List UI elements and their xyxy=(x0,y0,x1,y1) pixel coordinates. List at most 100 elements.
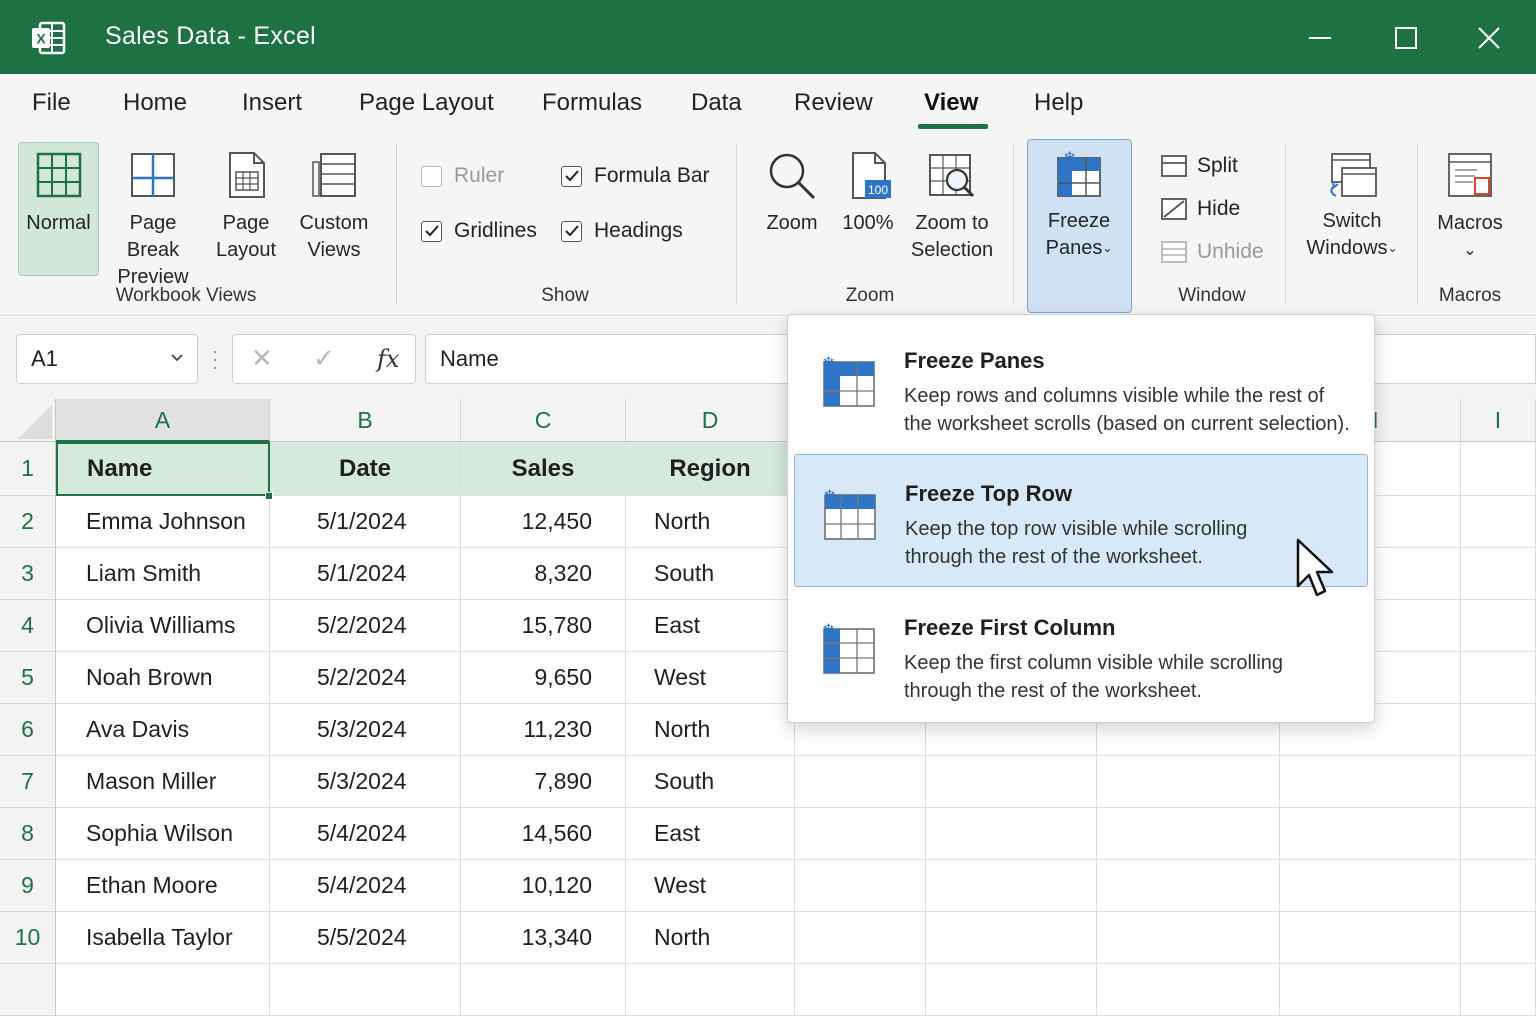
table-cell[interactable] xyxy=(1461,704,1536,756)
switch-windows-button[interactable]: Switch Windows⌄ xyxy=(1302,150,1402,262)
table-cell[interactable] xyxy=(926,756,1097,808)
row-header[interactable]: 9 xyxy=(0,860,56,912)
table-cell[interactable] xyxy=(1280,912,1461,964)
table-cell[interactable]: Noah Brown xyxy=(56,652,270,704)
insert-function-icon[interactable]: fx xyxy=(377,345,399,373)
table-cell[interactable]: Olivia Williams xyxy=(56,600,270,652)
table-cell[interactable]: Mason Miller xyxy=(56,756,270,808)
zoom-to-selection-button[interactable]: Zoom to Selection xyxy=(906,150,998,264)
table-cell[interactable]: 12,450 xyxy=(461,496,626,548)
zoom-button[interactable]: Zoom xyxy=(756,150,828,237)
table-cell[interactable] xyxy=(1280,860,1461,912)
header-cell[interactable]: Sales xyxy=(461,442,626,496)
gridlines-checkbox[interactable]: Gridlines xyxy=(421,219,537,243)
fill-handle[interactable] xyxy=(265,492,273,500)
cancel-icon[interactable]: ✕ xyxy=(251,343,273,374)
table-cell[interactable]: 5/3/2024 xyxy=(270,704,461,756)
table-cell[interactable] xyxy=(1461,808,1536,860)
table-cell[interactable] xyxy=(1097,808,1280,860)
table-cell[interactable] xyxy=(1461,860,1536,912)
tab-data[interactable]: Data xyxy=(691,89,742,117)
table-cell[interactable] xyxy=(1461,964,1536,1016)
table-cell[interactable] xyxy=(461,964,626,1016)
table-cell[interactable] xyxy=(795,912,926,964)
headings-checkbox[interactable]: Headings xyxy=(561,219,683,243)
row-header[interactable]: 3 xyxy=(0,548,56,600)
column-header-d[interactable]: D xyxy=(626,399,795,442)
macros-button[interactable]: Macros ⌄ xyxy=(1432,150,1508,264)
table-cell[interactable]: South xyxy=(626,548,795,600)
table-cell[interactable] xyxy=(1280,756,1461,808)
tab-formulas[interactable]: Formulas xyxy=(542,89,642,117)
ruler-checkbox[interactable]: Ruler xyxy=(421,164,504,188)
tab-help[interactable]: Help xyxy=(1034,89,1083,117)
table-cell[interactable]: 9,650 xyxy=(461,652,626,704)
table-cell[interactable]: 5/5/2024 xyxy=(270,912,461,964)
table-cell[interactable]: South xyxy=(626,756,795,808)
table-cell[interactable]: North xyxy=(626,704,795,756)
tab-review[interactable]: Review xyxy=(794,89,873,117)
table-cell[interactable]: North xyxy=(626,496,795,548)
page-layout-view-button[interactable]: Page Layout xyxy=(210,150,282,264)
table-cell[interactable]: 13,340 xyxy=(461,912,626,964)
tab-insert[interactable]: Insert xyxy=(242,89,302,117)
table-cell[interactable]: 5/2/2024 xyxy=(270,652,461,704)
column-header-b[interactable]: B xyxy=(270,399,461,442)
drag-handle-icon[interactable]: · · · xyxy=(212,342,218,376)
table-cell[interactable] xyxy=(1097,912,1280,964)
minimize-button[interactable] xyxy=(1300,18,1340,58)
header-cell[interactable] xyxy=(1461,442,1536,496)
table-cell[interactable] xyxy=(1280,808,1461,860)
table-cell[interactable] xyxy=(56,964,270,1016)
table-cell[interactable]: 5/1/2024 xyxy=(270,496,461,548)
table-cell[interactable]: Ethan Moore xyxy=(56,860,270,912)
table-cell[interactable]: East xyxy=(626,600,795,652)
column-header-c[interactable]: C xyxy=(461,399,626,442)
row-header[interactable]: 1 xyxy=(0,442,56,496)
row-header[interactable]: 8 xyxy=(0,808,56,860)
row-header[interactable]: 4 xyxy=(0,600,56,652)
table-cell[interactable] xyxy=(1097,756,1280,808)
table-cell[interactable] xyxy=(1280,964,1461,1016)
table-cell[interactable] xyxy=(926,860,1097,912)
table-cell[interactable] xyxy=(1461,600,1536,652)
tab-view[interactable]: View xyxy=(924,89,978,117)
table-cell[interactable] xyxy=(795,964,926,1016)
table-cell[interactable] xyxy=(1097,964,1280,1016)
table-cell[interactable]: Isabella Taylor xyxy=(56,912,270,964)
table-cell[interactable]: Sophia Wilson xyxy=(56,808,270,860)
row-header[interactable]: 10 xyxy=(0,912,56,964)
header-cell[interactable]: Region xyxy=(626,442,795,496)
column-header-a[interactable]: A xyxy=(56,399,270,442)
table-cell[interactable]: Liam Smith xyxy=(56,548,270,600)
header-cell[interactable]: Date xyxy=(270,442,461,496)
table-cell[interactable]: 5/1/2024 xyxy=(270,548,461,600)
table-cell[interactable]: 14,560 xyxy=(461,808,626,860)
table-cell[interactable]: 5/4/2024 xyxy=(270,808,461,860)
table-cell[interactable]: 5/4/2024 xyxy=(270,860,461,912)
table-cell[interactable] xyxy=(1461,652,1536,704)
table-cell[interactable]: 7,890 xyxy=(461,756,626,808)
table-cell[interactable] xyxy=(926,912,1097,964)
table-cell[interactable]: 5/3/2024 xyxy=(270,756,461,808)
normal-view[interactable]: Normal xyxy=(22,150,95,237)
table-cell[interactable] xyxy=(926,808,1097,860)
select-all-corner[interactable] xyxy=(0,399,56,442)
table-cell[interactable] xyxy=(795,860,926,912)
table-cell[interactable] xyxy=(795,756,926,808)
custom-views-button[interactable]: Custom Views xyxy=(293,150,375,264)
table-cell[interactable] xyxy=(795,808,926,860)
zoom-100-button[interactable]: 100 100% xyxy=(836,150,900,237)
table-cell[interactable] xyxy=(1461,548,1536,600)
table-cell[interactable]: 10,120 xyxy=(461,860,626,912)
table-cell[interactable] xyxy=(1461,496,1536,548)
tab-page-layout[interactable]: Page Layout xyxy=(359,89,494,117)
table-cell[interactable] xyxy=(1461,756,1536,808)
table-cell[interactable]: Emma Johnson xyxy=(56,496,270,548)
table-cell[interactable]: 11,230 xyxy=(461,704,626,756)
enter-check-icon[interactable]: ✓ xyxy=(313,343,335,374)
close-button[interactable] xyxy=(1469,18,1509,58)
maximize-button[interactable] xyxy=(1386,18,1426,58)
tab-file[interactable]: File xyxy=(32,89,71,117)
unhide-button[interactable]: Unhide xyxy=(1161,240,1264,264)
